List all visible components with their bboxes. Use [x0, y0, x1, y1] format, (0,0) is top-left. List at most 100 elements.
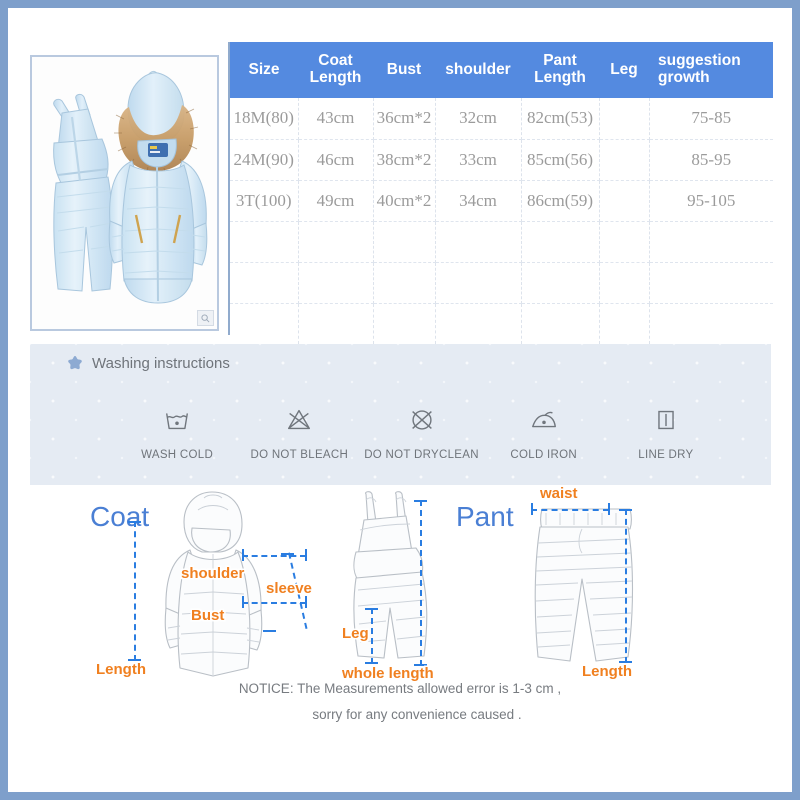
- cell-growth: 85-95: [649, 139, 773, 181]
- cell-growth: [649, 221, 773, 263]
- cell-shoulder: 32cm: [435, 98, 522, 140]
- no-bleach-icon: [284, 400, 314, 440]
- washing-header: Washing instructions: [66, 354, 230, 372]
- cell-bust: [373, 262, 436, 304]
- cell-pant-length: [521, 303, 600, 344]
- overall-leg-top-tick: [365, 608, 378, 610]
- cold-iron-item: COLD IRON: [483, 400, 605, 461]
- cell-bust: [373, 221, 436, 263]
- header-text-pant-length: Length: [534, 69, 586, 86]
- magnifier-icon[interactable]: [197, 310, 214, 326]
- pant-line-drawing: [534, 508, 634, 662]
- cell-leg: [599, 262, 650, 304]
- cell-shoulder: 33cm: [435, 139, 522, 181]
- do-not-dryclean-item: DO NOT DRYCLEAN: [360, 400, 482, 461]
- line-dry-label: LINE DRY: [638, 449, 694, 461]
- table-header-row: Size Coat Length Bust shoulder Pant Length…: [230, 42, 773, 98]
- bib-overall-photo: [53, 93, 114, 292]
- coat-bust-line: [242, 602, 306, 604]
- cold-iron-label: COLD IRON: [510, 449, 578, 461]
- cell-pant-length: [521, 221, 600, 263]
- cell-shoulder: [435, 262, 522, 304]
- cell-coat-length: 49cm: [298, 180, 374, 222]
- top-section: Size Coat Length Bust shoulder Pant Length…: [8, 8, 792, 344]
- coat-title: Coat: [90, 501, 150, 532]
- cell-growth: 95-105: [649, 180, 773, 222]
- overall-leg-bottom-tick: [365, 662, 378, 664]
- coat-bust-left-tick: [242, 596, 244, 608]
- cell-leg: [599, 221, 650, 263]
- cell-shoulder: 34cm: [435, 180, 522, 222]
- magnifier-glyph: [201, 313, 210, 322]
- header-text-shoulder: shoulder: [445, 60, 511, 78]
- header-text-length: Length: [309, 69, 362, 86]
- coat-bust-right-tick: [305, 596, 307, 608]
- cold-iron-icon: [529, 400, 559, 440]
- cell-size: 24M(90): [230, 139, 299, 181]
- table-body: 18M(80) 43cm 36cm*2 32cm 82cm(53) 75-85 24M(90…: [230, 98, 773, 344]
- cell-coat-length: 46cm: [298, 139, 374, 181]
- cell-coat-length: [298, 262, 374, 304]
- column-header-bust: Bust: [373, 42, 435, 98]
- cell-size: [230, 221, 299, 263]
- header-text-suggestion: suggestion: [658, 52, 741, 70]
- line-dry-icon: [651, 400, 681, 440]
- column-header-leg: Leg: [599, 42, 649, 98]
- table-row: 3T(100) 49cm 40cm*2 34cm 86cm(59) 95-105: [230, 180, 773, 222]
- cell-bust: 36cm*2: [373, 98, 436, 140]
- cell-coat-length: 43cm: [298, 98, 374, 140]
- coat-shoulder-label: shoulder: [181, 565, 245, 582]
- do-not-bleach-item: DO NOT BLEACH: [238, 400, 360, 461]
- cell-shoulder: [435, 221, 522, 263]
- cell-size: [230, 303, 299, 344]
- pant-waist-label: waist: [540, 485, 578, 502]
- coat-photo: [108, 71, 208, 304]
- cell-size: 3T(100): [230, 180, 299, 222]
- coat-bust-label: Bust: [191, 607, 225, 624]
- table-row: [230, 262, 773, 304]
- page-canvas: Size Coat Length Bust shoulder Pant Length…: [8, 8, 792, 792]
- pant-waist-left-tick: [531, 503, 533, 515]
- cell-coat-length: [298, 303, 374, 344]
- header-text-size: Size: [248, 60, 280, 78]
- product-photo: [32, 57, 217, 329]
- cell-leg: [599, 303, 650, 344]
- do-not-bleach-label: DO NOT BLEACH: [250, 449, 349, 461]
- washing-icon-row: WASH COLD DO NOT BLEACH DO NOT DRYCLEAN …: [30, 400, 771, 461]
- header-text-growth: growth: [658, 69, 710, 86]
- overall-leg-label: Leg: [342, 625, 369, 642]
- star-icon: [68, 355, 82, 370]
- cell-growth: [649, 303, 773, 344]
- column-header-suggestion-growth: suggestion growth: [649, 42, 773, 98]
- wash-cold-label: WASH COLD: [141, 449, 214, 461]
- coat-shoulder-left-tick: [242, 549, 244, 561]
- table-row: [230, 303, 773, 344]
- size-chart-table: Size Coat Length Bust shoulder Pant Length…: [228, 42, 773, 344]
- notice-block: NOTICE: The Measurements allowed error i…: [8, 676, 792, 727]
- cell-size: [230, 262, 299, 304]
- wash-tub-icon: [162, 400, 192, 440]
- measurements-table: Size Coat Length Bust shoulder Pant Length…: [230, 42, 773, 344]
- cell-leg: [599, 139, 650, 181]
- cell-bust: 38cm*2: [373, 139, 436, 181]
- header-text-bust: Bust: [386, 60, 422, 78]
- washing-title: Washing instructions: [92, 354, 230, 372]
- header-text-leg: Leg: [610, 60, 638, 78]
- cell-shoulder: [435, 303, 522, 344]
- coat-length-line: [134, 521, 136, 661]
- no-dryclean-icon: [407, 400, 437, 440]
- cell-pant-length: 85cm(56): [521, 139, 600, 181]
- pant-title: Pant: [456, 501, 514, 532]
- cell-bust: [373, 303, 436, 344]
- column-header-shoulder: shoulder: [435, 42, 521, 98]
- column-header-size: Size: [230, 42, 298, 98]
- coat-sleeve-bottom-tick: [263, 630, 276, 632]
- coat-shoulder-line: [242, 555, 306, 557]
- table-row: [230, 221, 773, 263]
- cell-leg: [599, 98, 650, 140]
- overall-whole-length-line: [420, 500, 422, 666]
- product-photo-panel[interactable]: [30, 55, 219, 331]
- coat-sleeve-top-tick: [281, 553, 294, 555]
- notice-line-1: NOTICE: The Measurements allowed error i…: [238, 681, 562, 696]
- table-row: 18M(80) 43cm 36cm*2 32cm 82cm(53) 75-85: [230, 98, 773, 140]
